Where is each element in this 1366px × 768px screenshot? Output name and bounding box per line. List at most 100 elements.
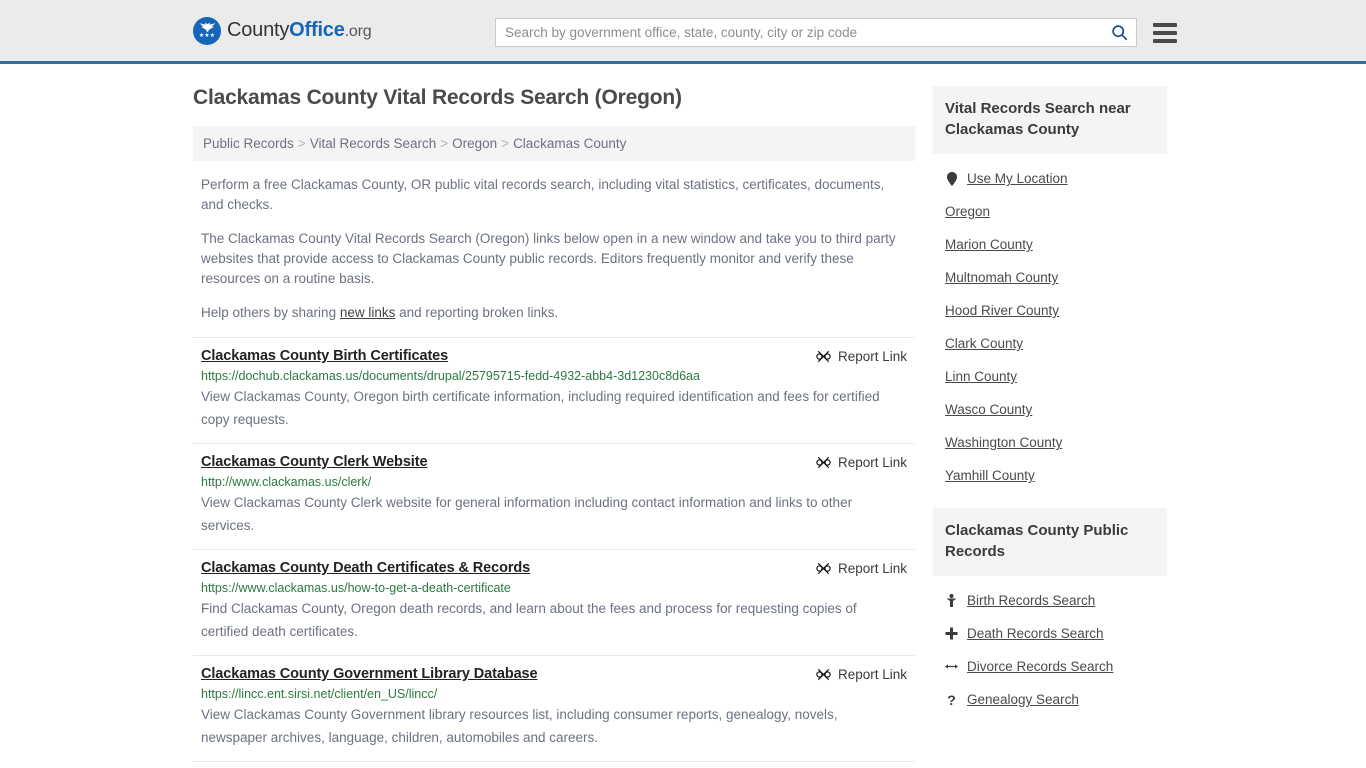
intro-paragraph-2: The Clackamas County Vital Records Searc… <box>201 231 896 286</box>
page-title: Clackamas County Vital Records Search (O… <box>193 86 682 109</box>
sidebar-link-label[interactable]: Death Records Search <box>967 626 1104 641</box>
intro-section: Perform a free Clackamas County, OR publ… <box>193 161 915 323</box>
report-link-button[interactable]: Report Link <box>816 560 907 576</box>
broken-link-icon <box>816 456 831 469</box>
result-item: Clackamas County Birth Certificates Repo… <box>193 337 915 444</box>
sidebar-item-yamhill-county[interactable]: Yamhill County <box>933 459 1167 492</box>
result-header: Clackamas County Government Library Data… <box>201 666 907 682</box>
hamburger-bar <box>1153 38 1177 43</box>
sidebar-item-divorce-records-search[interactable]: Divorce Records Search <box>933 650 1167 683</box>
result-url[interactable]: https://dochub.clackamas.us/documents/dr… <box>201 369 907 383</box>
sidebar-item-clark-county[interactable]: Clark County <box>933 327 1167 360</box>
result-header: Clackamas County Death Certificates & Re… <box>201 560 907 576</box>
stars-icon: ★★★ <box>198 33 216 39</box>
sidebar-item-marion-county[interactable]: Marion County <box>933 228 1167 261</box>
broken-link-icon <box>816 668 831 681</box>
sidebar-item-birth-records-search[interactable]: Birth Records Search <box>933 584 1167 617</box>
sidebar-nearby-block: Vital Records Search near Clackamas Coun… <box>933 86 1167 498</box>
site-logo[interactable]: ★★★ CountyOffice.org <box>193 16 372 45</box>
result-header: Clackamas County Clerk Website Report Li… <box>201 454 907 470</box>
sidebar-item-wasco-county[interactable]: Wasco County <box>933 393 1167 426</box>
result-item: Clackamas County Government Library Data… <box>193 656 915 762</box>
sidebar-item-linn-county[interactable]: Linn County <box>933 360 1167 393</box>
breadcrumb-item-vital-records-search[interactable]: Vital Records Search <box>310 136 437 151</box>
sidebar-public-records-list: Birth Records Search Death Records Searc… <box>933 576 1167 722</box>
sidebar-link-label[interactable]: Birth Records Search <box>967 593 1095 608</box>
search-box[interactable] <box>495 18 1137 47</box>
sidebar-link-label[interactable]: Divorce Records Search <box>967 659 1113 674</box>
hamburger-bar <box>1153 30 1177 35</box>
search-input[interactable] <box>505 25 1108 40</box>
report-link-button[interactable]: Report Link <box>816 454 907 470</box>
sidebar-link-label[interactable]: Hood River County <box>945 303 1059 318</box>
result-item: Clackamas County Clerk Website Report Li… <box>193 444 915 550</box>
logo-wordmark: CountyOffice.org <box>227 19 372 42</box>
new-links-link[interactable]: new links <box>340 305 396 320</box>
result-url[interactable]: https://www.clackamas.us/how-to-get-a-de… <box>201 581 907 595</box>
report-link-label: Report Link <box>837 667 907 682</box>
baby-icon <box>945 593 958 608</box>
breadcrumb-item-clackamas-county[interactable]: Clackamas County <box>513 136 626 151</box>
intro-p3-post: and reporting broken links. <box>395 305 559 320</box>
breadcrumb-item-oregon[interactable]: Oregon <box>452 136 497 151</box>
report-link-label: Report Link <box>837 561 907 576</box>
sidebar-item-oregon[interactable]: Oregon <box>933 195 1167 228</box>
result-header: Clackamas County Birth Certificates Repo… <box>201 348 907 364</box>
sidebar-nearby-heading: Vital Records Search near Clackamas Coun… <box>933 86 1167 154</box>
site-header: ★★★ CountyOffice.org <box>0 0 1366 64</box>
hamburger-menu-button[interactable] <box>1153 22 1177 43</box>
intro-p3-pre: Help others by sharing <box>201 305 340 320</box>
search-button[interactable] <box>1108 22 1130 44</box>
result-title-link[interactable]: Clackamas County Birth Certificates <box>201 348 448 364</box>
sidebar-link-label[interactable]: Wasco County <box>945 402 1032 417</box>
sidebar-public-records-block: Clackamas County Public Records Birth Re… <box>933 508 1167 722</box>
results-list: Clackamas County Birth Certificates Repo… <box>193 337 915 762</box>
breadcrumb-separator: > <box>297 136 306 151</box>
question-mark-icon: ? <box>947 691 956 708</box>
result-description: Find Clackamas County, Oregon death reco… <box>201 601 857 639</box>
broken-link-icon <box>816 350 831 363</box>
page-body: Clackamas County Vital Records Search (O… <box>0 64 1366 762</box>
divorce-arrows-icon <box>945 661 958 672</box>
sidebar-item-use-my-location[interactable]: Use My Location <box>933 162 1167 195</box>
result-title-link[interactable]: Clackamas County Government Library Data… <box>201 666 538 682</box>
header-search-area <box>495 18 1177 47</box>
content-container: Clackamas County Vital Records Search (O… <box>193 64 1173 762</box>
sidebar: Vital Records Search near Clackamas Coun… <box>933 64 1167 762</box>
cross-icon <box>945 627 958 640</box>
sidebar-link-label[interactable]: Clark County <box>945 336 1023 351</box>
sidebar-link-label[interactable]: Marion County <box>945 237 1033 252</box>
sidebar-item-washington-county[interactable]: Washington County <box>933 426 1167 459</box>
result-url[interactable]: https://lincc.ent.sirsi.net/client/en_US… <box>201 687 907 701</box>
eagle-icon <box>199 22 215 33</box>
countyoffice-logo-icon: ★★★ <box>193 16 221 45</box>
logo-org: .org <box>344 23 372 40</box>
report-link-button[interactable]: Report Link <box>816 666 907 682</box>
sidebar-link-label[interactable]: Yamhill County <box>945 468 1035 483</box>
sidebar-item-hood-river-county[interactable]: Hood River County <box>933 294 1167 327</box>
intro-paragraph-3: Help others by sharing new links and rep… <box>193 303 915 323</box>
sidebar-link-label[interactable]: Linn County <box>945 369 1017 384</box>
breadcrumb-separator: > <box>501 136 510 151</box>
sidebar-public-records-heading: Clackamas County Public Records <box>933 508 1167 576</box>
result-description: View Clackamas County, Oregon birth cert… <box>201 389 880 427</box>
sidebar-item-genealogy-search[interactable]: ? Genealogy Search <box>933 683 1167 716</box>
sidebar-link-label[interactable]: Oregon <box>945 204 990 219</box>
sidebar-item-death-records-search[interactable]: Death Records Search <box>933 617 1167 650</box>
breadcrumb: Public Records > Vital Records Search > Oreg… <box>193 126 915 161</box>
result-title-link[interactable]: Clackamas County Clerk Website <box>201 454 428 470</box>
sidebar-item-multnomah-county[interactable]: Multnomah County <box>933 261 1167 294</box>
sidebar-link-label[interactable]: Multnomah County <box>945 270 1058 285</box>
logo-office: Office <box>289 19 345 41</box>
result-url[interactable]: http://www.clackamas.us/clerk/ <box>201 475 907 489</box>
hamburger-bar <box>1153 22 1177 27</box>
result-description: View Clackamas County Government library… <box>201 707 838 745</box>
report-link-button[interactable]: Report Link <box>816 348 907 364</box>
broken-link-icon <box>816 562 831 575</box>
breadcrumb-item-public-records[interactable]: Public Records <box>203 136 294 151</box>
sidebar-link-label[interactable]: Use My Location <box>967 171 1068 186</box>
sidebar-link-label[interactable]: Washington County <box>945 435 1062 450</box>
map-pin-icon <box>945 171 958 186</box>
sidebar-link-label[interactable]: Genealogy Search <box>967 692 1079 707</box>
result-title-link[interactable]: Clackamas County Death Certificates & Re… <box>201 560 530 576</box>
